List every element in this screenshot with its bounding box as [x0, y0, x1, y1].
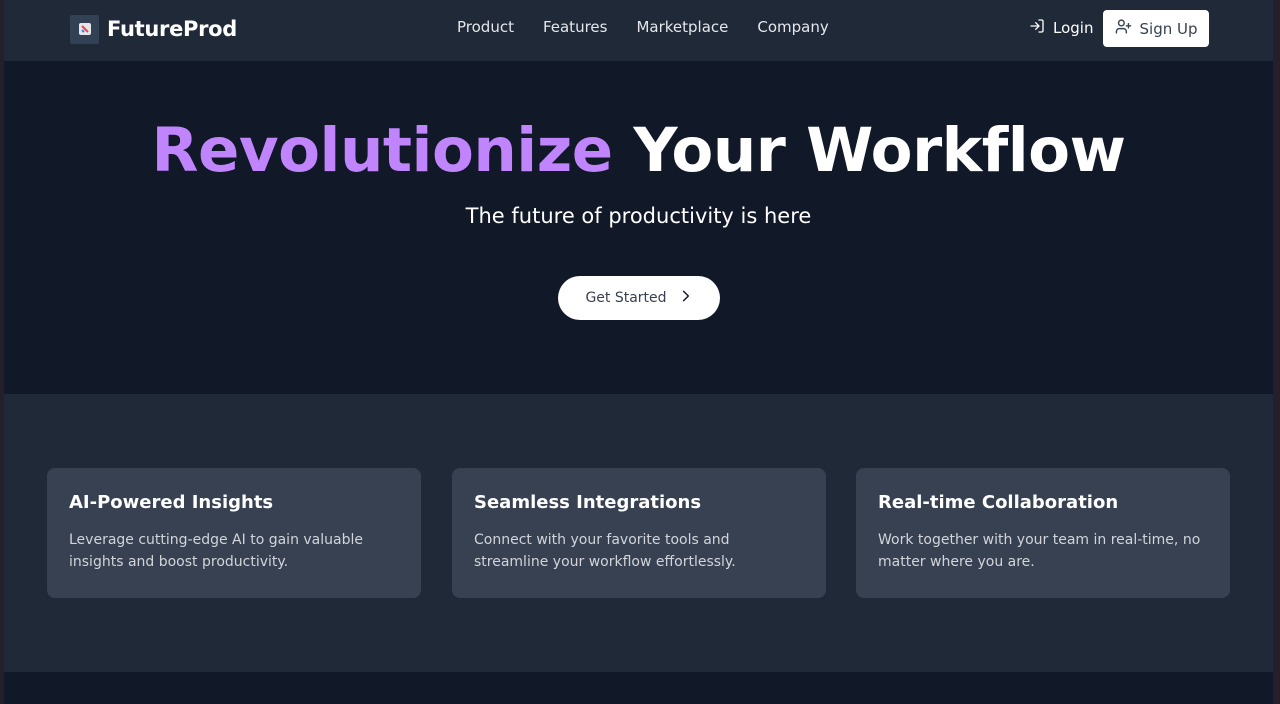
login-icon: [1029, 18, 1045, 38]
top-navbar: FutureProd Product Features Marketplace …: [4, 0, 1273, 61]
brand-name: FutureProd: [107, 17, 238, 41]
nav-link-company[interactable]: Company: [757, 18, 828, 36]
get-started-button[interactable]: Get Started: [558, 276, 720, 320]
chevron-right-icon: [679, 289, 693, 307]
signup-button[interactable]: Sign Up: [1103, 10, 1209, 47]
nav-link-features[interactable]: Features: [543, 18, 608, 36]
nav-link-product[interactable]: Product: [457, 18, 514, 36]
brand-logo[interactable]: FutureProd: [70, 14, 237, 44]
user-plus-icon: [1115, 18, 1132, 39]
feature-card: Real-time Collaboration Work together wi…: [856, 468, 1230, 598]
nav-link-marketplace[interactable]: Marketplace: [636, 18, 728, 36]
feature-card-description: Leverage cutting-edge AI to gain valuabl…: [69, 532, 363, 570]
feature-card-description: Work together with your team in real-tim…: [878, 532, 1201, 570]
feature-card-title: Real-time Collaboration: [878, 492, 1119, 513]
features-section: AI-Powered Insights Leverage cutting-edg…: [4, 394, 1273, 672]
logo-icon: [70, 14, 99, 44]
signup-label: Sign Up: [1139, 19, 1198, 38]
hero-title: Revolutionize Your Workflow: [4, 113, 1273, 189]
get-started-label: Get Started: [585, 290, 667, 306]
nav-links: Product Features Marketplace Company: [457, 18, 829, 36]
feature-card-title: AI-Powered Insights: [69, 492, 274, 513]
feature-card-title: Seamless Integrations: [474, 492, 702, 513]
hero-title-rest: Your Workflow: [633, 115, 1126, 186]
hero-subtitle: The future of productivity is here: [465, 204, 812, 228]
hero-section: Revolutionize Your Workflow The future o…: [4, 61, 1273, 394]
feature-card: Seamless Integrations Connect with your …: [452, 468, 826, 598]
feature-card-description: Connect with your favorite tools and str…: [474, 532, 736, 570]
feature-card: AI-Powered Insights Leverage cutting-edg…: [47, 468, 421, 598]
footer-band: [4, 672, 1273, 704]
login-button[interactable]: Login: [1029, 18, 1093, 38]
page: FutureProd Product Features Marketplace …: [4, 0, 1273, 704]
login-label: Login: [1053, 19, 1094, 37]
hero-title-accent: Revolutionize: [151, 115, 614, 186]
